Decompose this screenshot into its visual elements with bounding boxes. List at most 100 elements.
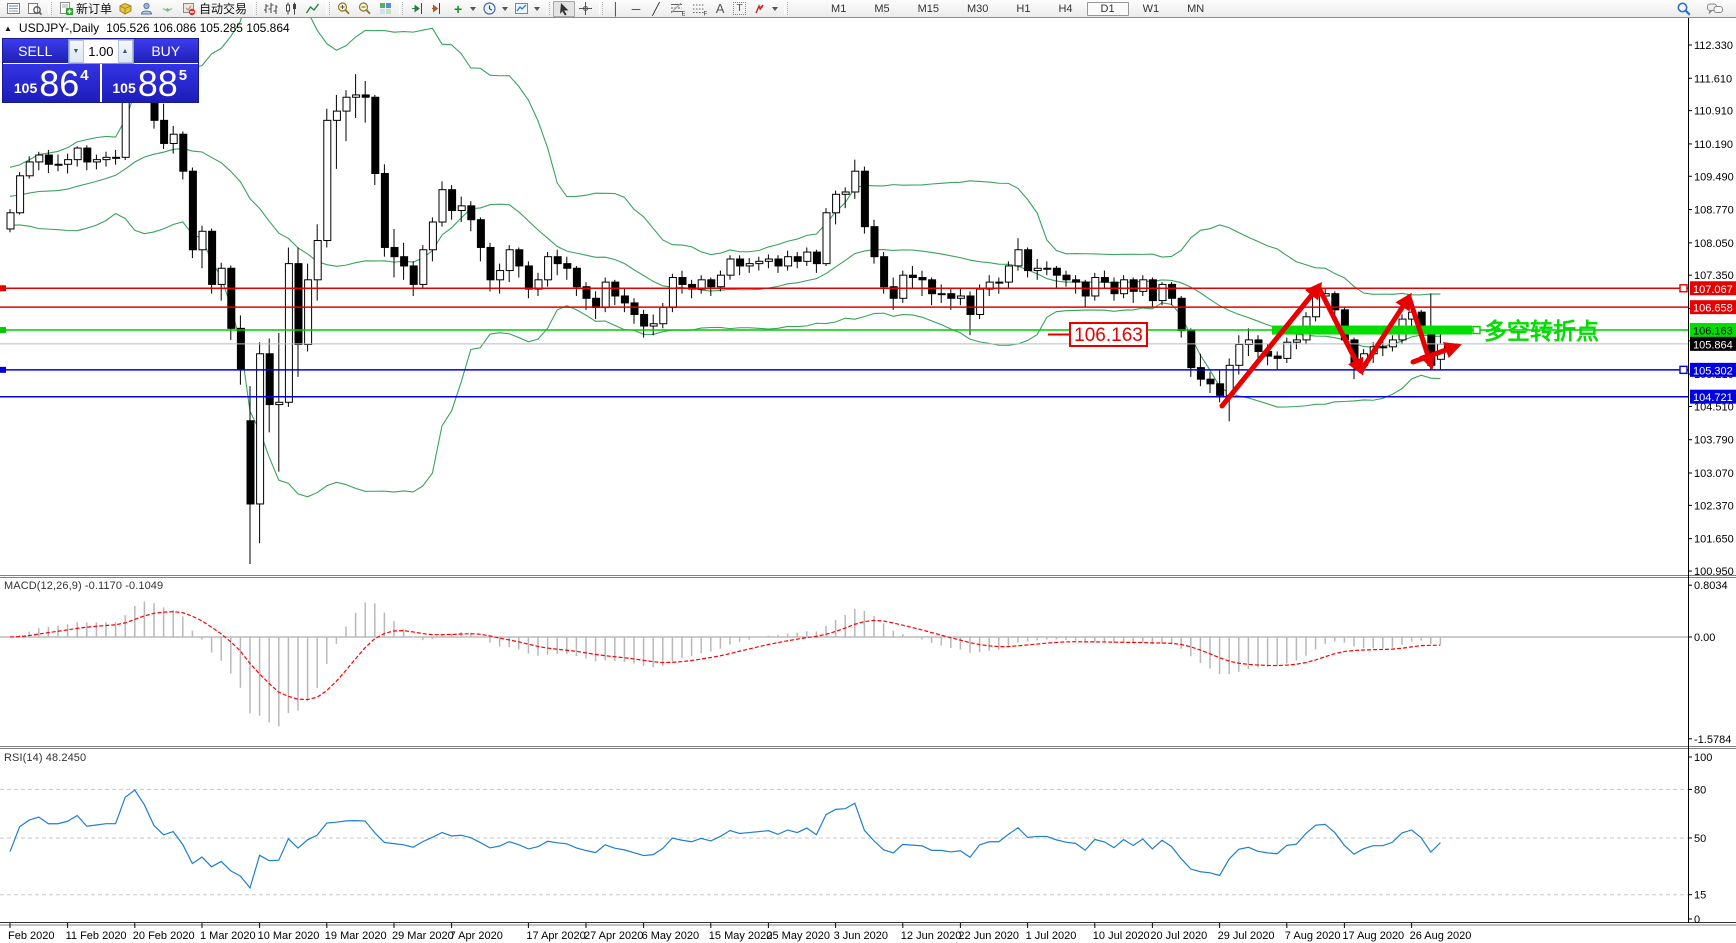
templates-icon	[514, 1, 529, 16]
one-click-trading-panel: SELL ▼ 1.00 ▲ BUY 105864 105885	[2, 38, 199, 103]
autotrading-button[interactable]: 自动交易	[178, 1, 250, 17]
text-label-icon: T	[733, 2, 746, 15]
macd-pane: 0.80340.00-1.5784	[0, 580, 1731, 746]
timeframe-H4[interactable]: H4	[1044, 2, 1086, 16]
date-tick-label: 1 Mar 2020	[200, 930, 256, 942]
new-order-button[interactable]: 新订单	[55, 1, 115, 17]
bar-chart-button[interactable]	[260, 1, 281, 17]
candlestick-chart-button[interactable]	[281, 1, 302, 17]
volume-control: ▼ 1.00 ▲	[68, 39, 134, 64]
price-tick-label: 103.070	[1694, 468, 1734, 480]
bollinger-middle	[10, 148, 1440, 347]
horizontal-line-button[interactable]: ─	[626, 1, 646, 17]
volume-input[interactable]: 1.00	[84, 40, 118, 63]
data-window-button[interactable]	[24, 1, 45, 17]
indicators-button[interactable]: +	[448, 1, 479, 17]
market-box-icon	[118, 1, 133, 16]
sell-price-pips: 86	[39, 69, 79, 99]
buy-price[interactable]: 105885	[102, 64, 199, 102]
timeframe-M5[interactable]: M5	[860, 2, 903, 16]
buy-price-figure: 105	[112, 80, 135, 96]
timeframe-M1[interactable]: M1	[817, 2, 860, 16]
timeframe-MN[interactable]: MN	[1173, 2, 1218, 16]
chevron-down-icon	[534, 7, 540, 11]
volume-decrease-button[interactable]: ▼	[69, 40, 84, 63]
date-tick-label: 19 Mar 2020	[325, 930, 387, 942]
sell-button[interactable]: SELL	[3, 39, 68, 64]
market-button[interactable]	[115, 1, 136, 17]
price-chart[interactable]: 106.163多空转折点112.330111.610110.910110.190…	[0, 0, 1736, 943]
navigator-button[interactable]	[136, 1, 157, 17]
hline-107.067[interactable]	[0, 285, 1688, 292]
timeframe-H1[interactable]: H1	[1002, 2, 1044, 16]
vertical-line-button[interactable]: │	[606, 1, 626, 17]
text-label-button[interactable]: T	[730, 1, 749, 17]
fibonacci-button[interactable]: E	[666, 1, 688, 17]
fibonacci-icon: E	[669, 1, 685, 16]
timeframe-D1[interactable]: D1	[1087, 2, 1129, 16]
periods-button[interactable]	[479, 1, 511, 17]
auto-scroll-button[interactable]	[406, 1, 427, 17]
arrows-tool-button[interactable]	[749, 1, 781, 17]
market-watch-button[interactable]	[3, 1, 24, 17]
chevron-down-icon	[470, 7, 476, 11]
tile-windows-button[interactable]	[375, 1, 396, 17]
channel-button[interactable]: F	[688, 1, 710, 17]
zoom-in-button[interactable]	[333, 1, 354, 17]
svg-text:107.067: 107.067	[1693, 284, 1733, 296]
vertical-line-icon: │	[609, 2, 623, 16]
candlestick-chart-icon	[284, 1, 299, 16]
collapse-panel-arrow[interactable]: ▲	[4, 24, 12, 33]
timeframe-M30[interactable]: M30	[953, 2, 1002, 16]
data-window-icon	[27, 1, 42, 16]
trendline-icon: ╱	[649, 2, 663, 16]
crosshair-button[interactable]	[575, 1, 596, 17]
chart-title: ▲ USDJPY-,Daily 105.526 106.086 105.285 …	[4, 21, 290, 35]
search-button[interactable]	[1673, 1, 1695, 17]
auto-scroll-icon	[409, 1, 424, 16]
sell-price-point: 4	[80, 67, 88, 84]
toolbar: 新订单 自动交易 + │ ─ ╱ E F A T M1M5M15M30H1H4D…	[0, 0, 1736, 18]
date-tick-label: 17 Aug 2020	[1342, 930, 1404, 942]
price-badge-106.658: 106.658	[1690, 300, 1736, 315]
separator	[546, 2, 550, 15]
chevron-down-icon	[502, 7, 508, 11]
buy-button[interactable]: BUY	[134, 39, 199, 64]
date-tick-label: 6 May 2020	[642, 930, 699, 942]
templates-button[interactable]	[511, 1, 543, 17]
rsi-tick-label: 15	[1694, 890, 1706, 902]
rsi-tick-label: 50	[1694, 833, 1706, 845]
timeframe-M15[interactable]: M15	[904, 2, 953, 16]
zoom-out-button[interactable]	[354, 1, 375, 17]
date-tick-label: 12 Jun 2020	[901, 930, 962, 942]
line-chart-button[interactable]	[302, 1, 323, 17]
signals-button[interactable]	[157, 1, 178, 17]
text-tool-icon: A	[713, 2, 727, 16]
rsi-label: RSI(14) 48.2450	[4, 752, 86, 764]
chat-button[interactable]	[1703, 1, 1727, 17]
date-axis[interactable]: Feb 202011 Feb 202020 Feb 20201 Mar 2020…	[8, 923, 1471, 942]
hline-105.302[interactable]	[0, 366, 1688, 373]
date-tick-label: 22 Jun 2020	[958, 930, 1019, 942]
ohlc-values: 105.526 106.086 105.285 105.864	[106, 21, 290, 35]
rsi-value: 48.2450	[46, 752, 86, 764]
autotrading-label: 自动交易	[199, 0, 247, 17]
trendline-button[interactable]: ╱	[646, 1, 666, 17]
date-tick-label: 17 Apr 2020	[526, 930, 585, 942]
date-tick-label: 29 Jul 2020	[1218, 930, 1275, 942]
macd-tick-label: -1.5784	[1694, 734, 1731, 746]
chart-shift-button[interactable]	[427, 1, 448, 17]
timeframe-W1[interactable]: W1	[1129, 2, 1174, 16]
timeframe-group: M1M5M15M30H1H4D1W1MN	[817, 2, 1218, 16]
price-callout-box[interactable]: 106.163	[1048, 323, 1147, 346]
text-tool-button[interactable]: A	[710, 1, 730, 17]
sell-price[interactable]: 105864	[3, 64, 100, 102]
date-tick-label: 7 Apr 2020	[450, 930, 503, 942]
clock-icon	[482, 1, 497, 16]
line-handle	[0, 367, 6, 373]
svg-text:104.721: 104.721	[1693, 392, 1733, 404]
turning-point-text[interactable]: 多空转折点	[1484, 318, 1599, 344]
volume-increase-button[interactable]: ▲	[118, 40, 133, 63]
cursor-button[interactable]	[553, 1, 575, 17]
turning-point-band[interactable]	[1272, 326, 1472, 335]
